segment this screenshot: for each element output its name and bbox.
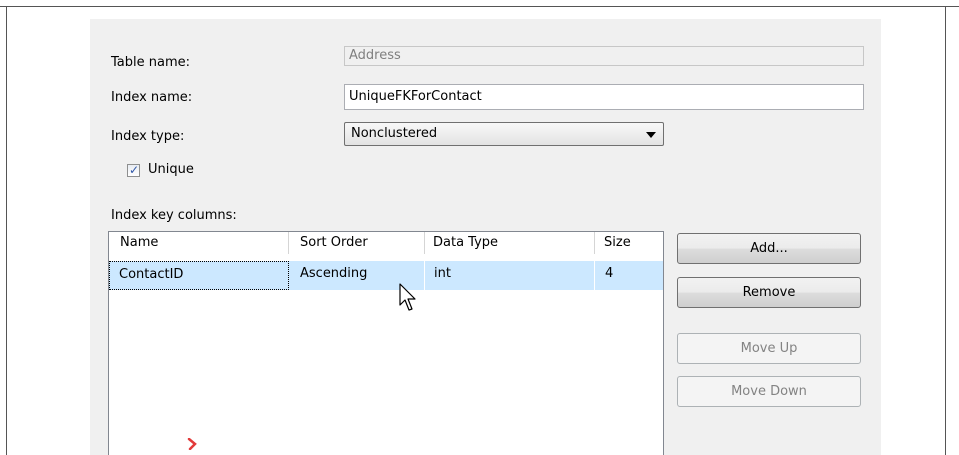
chevron-down-icon <box>646 132 656 138</box>
add-button[interactable]: Add... <box>677 233 861 264</box>
index-type-dropdown[interactable]: Nonclustered <box>344 122 664 146</box>
table-name-field: Address <box>344 46 864 66</box>
column-header-sort-order[interactable]: Sort Order <box>289 232 425 254</box>
cell-size[interactable]: 4 <box>595 261 663 290</box>
column-header-size[interactable]: Size <box>595 232 663 254</box>
index-type-value: Nonclustered <box>351 126 438 141</box>
table-row[interactable]: ContactID Ascending int 4 <box>109 261 663 290</box>
arrow-cursor-icon <box>399 283 416 311</box>
move-up-button[interactable]: Move Up <box>677 333 861 364</box>
move-down-button[interactable]: Move Down <box>677 376 861 407</box>
index-name-field[interactable]: UniqueFKForContact <box>344 84 864 110</box>
unique-label[interactable]: Unique <box>148 162 194 178</box>
index-key-columns-label: Index key columns: <box>111 208 237 223</box>
frame-top-border <box>0 6 959 7</box>
column-header-name[interactable]: Name <box>109 232 289 254</box>
index-name-label: Index name: <box>111 90 193 105</box>
unique-checkbox[interactable]: ✓ <box>127 163 140 177</box>
grid-header: Name Sort Order Data Type Size <box>109 232 663 254</box>
index-key-columns-grid[interactable]: Name Sort Order Data Type Size ContactID… <box>108 231 664 455</box>
index-type-label: Index type: <box>111 129 185 144</box>
frame-left-border <box>6 6 7 455</box>
cell-name[interactable]: ContactID <box>109 261 289 290</box>
frame-right-border <box>945 6 946 455</box>
remove-button[interactable]: Remove <box>677 277 861 308</box>
red-mark-icon <box>187 438 197 450</box>
column-header-data-type[interactable]: Data Type <box>425 232 595 254</box>
cell-data-type[interactable]: int <box>425 261 595 290</box>
table-name-label: Table name: <box>111 55 190 70</box>
check-icon: ✓ <box>128 163 140 177</box>
